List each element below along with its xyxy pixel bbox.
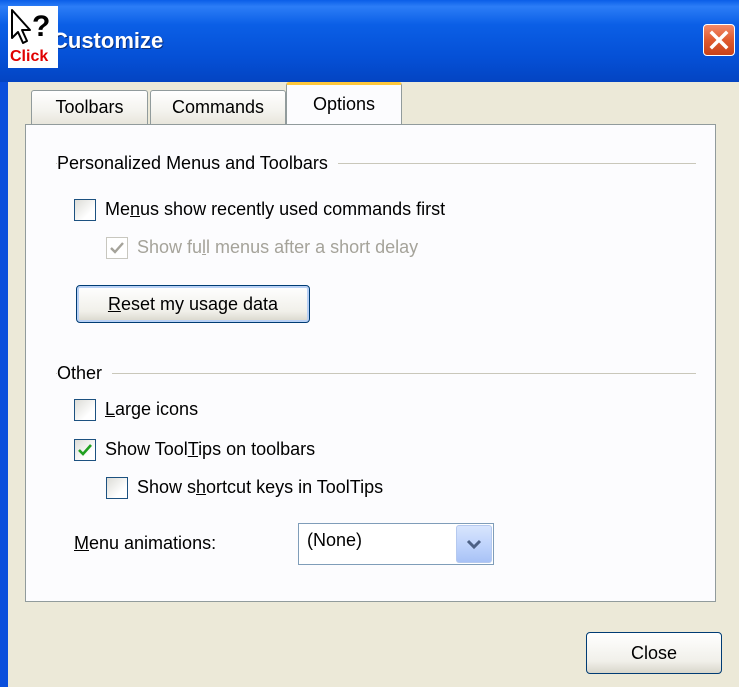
dropdown-arrow-button[interactable] [456,525,492,563]
close-button[interactable]: Close [586,632,722,674]
tab-options[interactable]: Options [286,82,402,124]
checkbox-shortcut-keys[interactable] [106,477,128,499]
window-close-button[interactable] [703,24,735,56]
checkbox-show-tooltips[interactable] [74,439,96,461]
options-panel: Personalized Menus and Toolbars Menus sh… [25,124,716,602]
checkmark-icon [110,242,124,254]
dropdown-arrow-icon [466,539,482,550]
tab-commands[interactable]: Commands [150,90,286,124]
customize-dialog: Customize ? Click Toolbars Commands Opti… [0,0,739,687]
tab-toolbars[interactable]: Toolbars [31,90,148,124]
close-x-icon [709,30,729,50]
checkmark-icon [78,444,92,456]
label-large-icons[interactable]: Large icons [105,399,198,420]
label-menu-animations: Menu animations: [74,533,217,553]
menu-animations-dropdown[interactable]: (None) [298,523,494,565]
help-cursor-label: Click [10,48,49,65]
menu-animations-value: (None) [307,530,363,550]
svg-text:?: ? [32,10,50,43]
label-recent-commands[interactable]: Menus show recently used commands first [105,199,445,220]
title-bar[interactable]: Customize ? Click [0,0,739,82]
group-divider [56,373,696,374]
window-title: Customize [52,28,164,53]
reset-usage-button[interactable]: Reset my usage data [76,285,310,323]
checkbox-full-menus[interactable] [106,237,128,259]
label-full-menus[interactable]: Show full menus after a short delay [137,237,418,258]
label-show-tooltips[interactable]: Show ToolTips on toolbars [105,439,315,460]
group-label-other: Other [57,363,113,384]
checkbox-large-icons[interactable] [74,399,96,421]
label-shortcut-keys[interactable]: Show shortcut keys in ToolTips [137,477,383,498]
group-label-personalized: Personalized Menus and Toolbars [57,153,338,174]
checkbox-recent-commands[interactable] [74,199,96,221]
dialog-body: Toolbars Commands Options Personalized M… [8,82,739,687]
